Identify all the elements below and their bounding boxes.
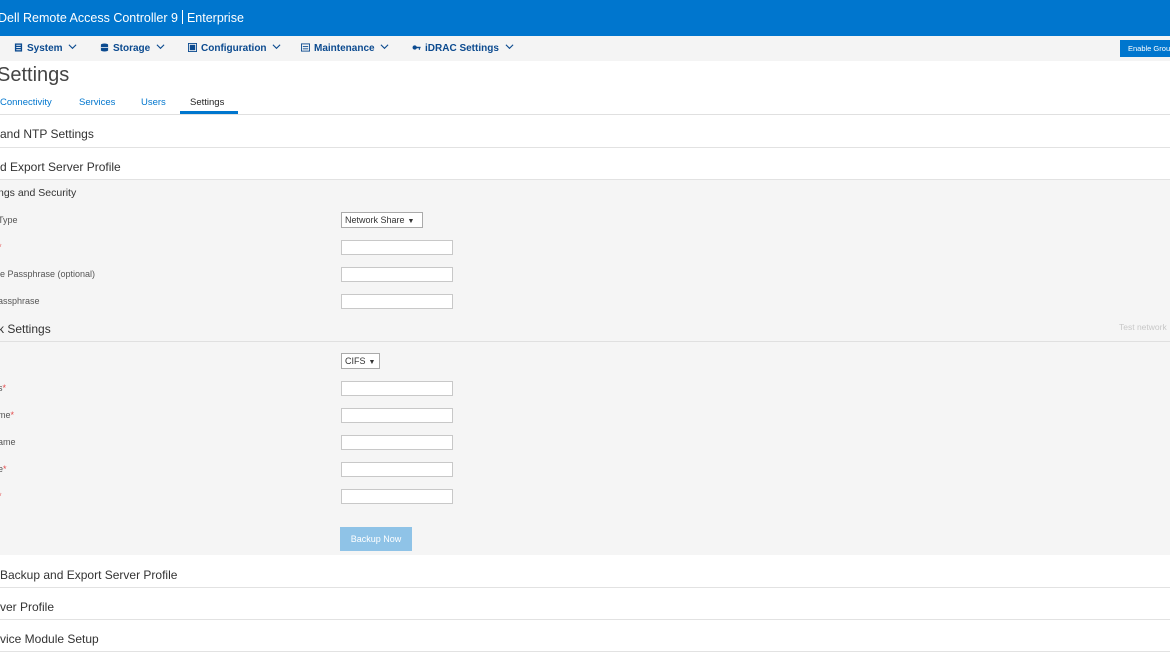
- password-label: *: [0, 491, 2, 501]
- tabs-divider: [0, 114, 1170, 115]
- required-marker: *: [2, 383, 7, 393]
- share-name-label: me*: [0, 410, 15, 420]
- network-settings-heading: k Settings: [0, 322, 51, 336]
- ip-address-label: s*: [0, 383, 7, 393]
- chevron-down-icon: [272, 44, 281, 50]
- product-name: Dell Remote Access Controller 9: [0, 11, 178, 25]
- required-marker: *: [0, 242, 2, 252]
- location-type-select[interactable]: Network Share ▼: [341, 212, 423, 228]
- username-label: e*: [0, 464, 7, 474]
- confirm-passphrase-label: assphrase: [0, 296, 40, 306]
- divider: [0, 651, 1170, 652]
- share-name-input[interactable]: [341, 408, 453, 423]
- divider: [0, 619, 1170, 620]
- section-server-profile[interactable]: ver Profile: [0, 600, 1170, 614]
- required-marker: *: [3, 464, 7, 474]
- ip-address-input[interactable]: [341, 381, 453, 396]
- chevron-down-icon: [380, 44, 389, 50]
- passphrase-input[interactable]: [341, 267, 453, 282]
- domain-name-label: ame: [0, 437, 16, 447]
- section-ntp-settings[interactable]: and NTP Settings: [0, 127, 1170, 141]
- test-network-link[interactable]: Test network: [1119, 322, 1167, 332]
- dropdown-arrow-icon: ▼: [407, 218, 415, 225]
- server-icon: [14, 43, 23, 52]
- tab-services[interactable]: Services: [79, 97, 115, 108]
- dropdown-arrow-icon: ▼: [368, 359, 376, 366]
- nav-system-label: System: [27, 43, 63, 54]
- backup-export-panel: [0, 180, 1170, 555]
- protocol-value: CIFS: [345, 356, 366, 366]
- password-input[interactable]: [341, 489, 453, 504]
- nav-configuration[interactable]: Configuration: [188, 42, 281, 54]
- nav-idrac-settings[interactable]: iDRAC Settings: [412, 42, 514, 54]
- chevron-down-icon: [505, 44, 514, 50]
- nav-storage-label: Storage: [113, 43, 151, 54]
- divider: [0, 587, 1170, 588]
- section-auto-backup[interactable]: Backup and Export Server Profile: [0, 568, 1170, 582]
- tab-settings[interactable]: Settings: [190, 97, 224, 108]
- divider: [0, 179, 1170, 180]
- chevron-down-icon: [156, 44, 165, 50]
- product-edition: Enterprise: [186, 11, 244, 25]
- main-nav: System Storage Configuration Maintenance…: [0, 36, 1170, 61]
- nav-configuration-label: Configuration: [201, 43, 267, 54]
- nav-system[interactable]: System: [14, 42, 77, 54]
- type-label: Type: [0, 215, 18, 225]
- protocol-select[interactable]: CIFS ▼: [341, 353, 380, 369]
- section-ntp-label: and NTP Settings: [0, 127, 94, 141]
- nav-idrac-settings-label: iDRAC Settings: [425, 43, 499, 54]
- chevron-down-icon: [68, 44, 77, 50]
- location-type-value: Network Share: [345, 215, 405, 225]
- section-auto-backup-label: Backup and Export Server Profile: [0, 568, 178, 582]
- divider: [0, 147, 1170, 148]
- title-divider: [181, 10, 183, 24]
- keys-icon: [412, 45, 421, 50]
- page-title: Settings: [0, 64, 70, 86]
- configuration-icon: [188, 43, 197, 52]
- username-input[interactable]: [341, 462, 453, 477]
- domain-name-input[interactable]: [341, 435, 453, 450]
- section-backup-label: d Export Server Profile: [0, 160, 121, 174]
- enable-group-manager-button[interactable]: Enable Group Manager: [1120, 40, 1170, 57]
- file-name-input[interactable]: [341, 240, 453, 255]
- database-icon: [100, 43, 109, 52]
- divider: [0, 341, 1170, 342]
- required-marker: *: [10, 410, 15, 420]
- tab-users[interactable]: Users: [141, 97, 166, 108]
- backup-now-button[interactable]: Backup Now: [340, 527, 412, 551]
- file-settings-heading: ngs and Security: [0, 187, 77, 199]
- section-backup-export[interactable]: d Export Server Profile: [0, 160, 1170, 174]
- header-banner: Dell Remote Access Controller 9 Enterpris…: [0, 0, 1170, 36]
- confirm-passphrase-input[interactable]: [341, 294, 453, 309]
- section-server-profile-label: ver Profile: [0, 600, 55, 614]
- nav-storage[interactable]: Storage: [100, 42, 165, 54]
- tab-connectivity[interactable]: Connectivity: [0, 97, 52, 108]
- file-name-label: *: [0, 242, 2, 252]
- nav-maintenance-label: Maintenance: [314, 43, 375, 54]
- required-marker: *: [0, 491, 2, 501]
- section-service-module[interactable]: vice Module Setup: [0, 632, 1170, 646]
- product-title: Dell Remote Access Controller 9 Enterpris…: [0, 10, 244, 25]
- passphrase-label: le Passphrase (optional): [0, 269, 96, 279]
- nav-maintenance[interactable]: Maintenance: [301, 42, 389, 54]
- maintenance-icon: [301, 43, 310, 52]
- section-service-module-label: vice Module Setup: [0, 632, 99, 646]
